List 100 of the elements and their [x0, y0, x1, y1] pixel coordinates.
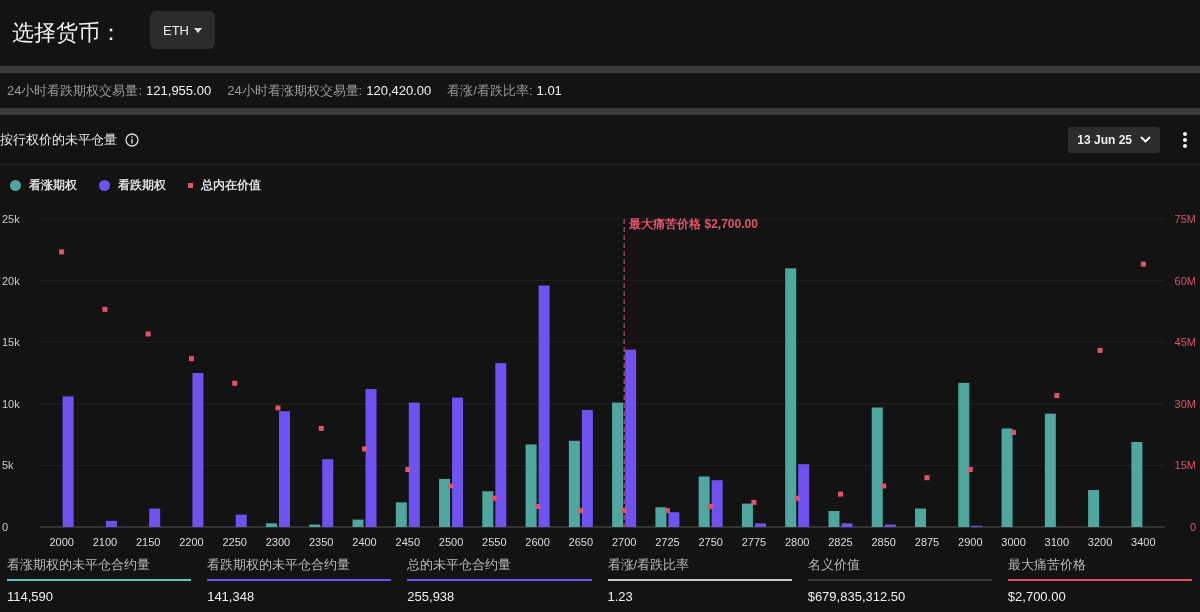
axis-label: 2775: [741, 536, 767, 548]
axis-label: 15M: [1174, 459, 1196, 472]
axis-label: 2900: [958, 536, 983, 548]
data-point: [102, 306, 108, 312]
summary-label: 看涨/看跌比率: [607, 556, 792, 581]
axis-label: 2875: [914, 536, 940, 548]
data-point: [1011, 430, 1017, 436]
stat-value: 1.01: [536, 83, 562, 98]
axis-label: 60M: [1174, 274, 1196, 287]
data-point: [1097, 347, 1103, 353]
data-point: [881, 483, 887, 489]
axis-label: 2000: [49, 536, 74, 548]
axis-label: 2150: [135, 536, 161, 548]
axis-label: 75M: [1174, 213, 1196, 225]
more-options-icon[interactable]: [1182, 130, 1188, 149]
bar: [105, 520, 117, 527]
summary-value: $2,700.00: [1007, 589, 1067, 604]
data-point: [838, 491, 843, 497]
axis-label: 2400: [352, 536, 377, 548]
stat-label: 24小时看涨期权交易量:: [227, 81, 363, 100]
data-point: [362, 446, 367, 452]
data-point: [794, 495, 800, 501]
currency-dropdown[interactable]: ETH: [150, 11, 215, 49]
axis-label: 2825: [828, 536, 853, 548]
axis-label: 2500: [438, 536, 464, 548]
axis-label: 5k: [2, 459, 14, 472]
axis-label: 2800: [784, 536, 810, 548]
summary-value: 1.23: [607, 589, 634, 604]
axis-label: 25k: [2, 213, 20, 225]
data-point: [232, 380, 238, 386]
data-point: [967, 467, 973, 472]
bar: [698, 476, 710, 527]
axis-label: 2300: [265, 536, 291, 548]
data-point: [708, 503, 714, 509]
summary-value: $679,835,312.50: [807, 589, 907, 604]
data-point: [275, 405, 281, 411]
axis-label: 2200: [179, 536, 204, 548]
axis-label: 3400: [1131, 536, 1156, 548]
axis-label: 2600: [525, 536, 550, 548]
bar: [915, 508, 926, 527]
stat-label: 看涨/看跌比率:: [447, 81, 533, 100]
summary-label: 名义价值: [807, 556, 992, 581]
axis-label: 3100: [1044, 536, 1070, 548]
stat-label: 24小时看跌期权交易量:: [7, 81, 143, 100]
bar: [266, 523, 277, 527]
data-point: [535, 503, 541, 509]
data-point: [751, 499, 757, 505]
summary-label: 看涨期权的未平仓合约量: [7, 556, 192, 581]
legend-label: 看涨期权: [29, 176, 77, 194]
axis-label: 2100: [92, 536, 118, 548]
data-point: [448, 483, 454, 489]
bar: [711, 480, 723, 527]
data-point: [318, 425, 324, 431]
axis-label: 3000: [1001, 536, 1026, 548]
axis-label: 10k: [2, 397, 20, 410]
section-title: 按行权价的未平仓量: [0, 130, 117, 149]
chevron-down-icon: [1140, 136, 1151, 143]
axis-label: 2350: [309, 536, 334, 548]
data-point: [145, 331, 151, 337]
axis-label: 0: [1189, 521, 1196, 533]
data-point: [621, 508, 627, 514]
axis-label: 2450: [395, 536, 421, 548]
data-point: [59, 249, 65, 255]
axis-label: 3200: [1087, 536, 1113, 548]
summary-label: 看跌期权的未平仓合约量: [207, 556, 392, 581]
axis-label: 2850: [871, 536, 896, 548]
data-point: [1140, 261, 1146, 267]
data-point: [188, 356, 194, 362]
axis-label: 2700: [611, 536, 637, 548]
axis-label: 15k: [2, 336, 20, 349]
data-point: [1054, 393, 1060, 399]
axis-label: 30M: [1174, 397, 1196, 410]
axis-label: 2725: [655, 536, 680, 548]
date-dropdown[interactable]: 13 Jun 25: [1068, 126, 1160, 153]
max-pain-label: 最大痛苦价格 $2,700.00: [629, 217, 758, 231]
axis-label: 2550: [482, 536, 507, 548]
axis-label: 2250: [222, 536, 247, 548]
axis-label: 0: [2, 521, 9, 533]
summary-label: 最大痛苦价格: [1007, 556, 1192, 581]
summary-value: 114,590: [7, 589, 55, 604]
bar: [655, 507, 667, 527]
legend-label: 总内在价值: [201, 176, 261, 194]
info-icon[interactable]: [125, 132, 139, 147]
bar: [149, 508, 161, 527]
axis-label: 2650: [568, 536, 594, 548]
summary-label: 总的未平仓合约量: [407, 556, 592, 581]
summary-value: 141,348: [207, 589, 256, 604]
axis-label: 2750: [698, 536, 723, 548]
summary-value: 255,938: [407, 589, 456, 604]
data-point: [664, 508, 670, 514]
data-point: [491, 495, 497, 501]
axis-label: 45M: [1174, 336, 1196, 349]
data-point: [405, 467, 411, 472]
page-title: 选择货币：: [12, 19, 122, 47]
stat-value: 121,955.00: [146, 83, 212, 98]
bar: [235, 514, 247, 527]
legend-label: 看跌期权: [118, 176, 166, 194]
caret-icon: [194, 27, 202, 33]
stat-value: 120,420.00: [366, 83, 432, 98]
bar: [668, 512, 680, 527]
